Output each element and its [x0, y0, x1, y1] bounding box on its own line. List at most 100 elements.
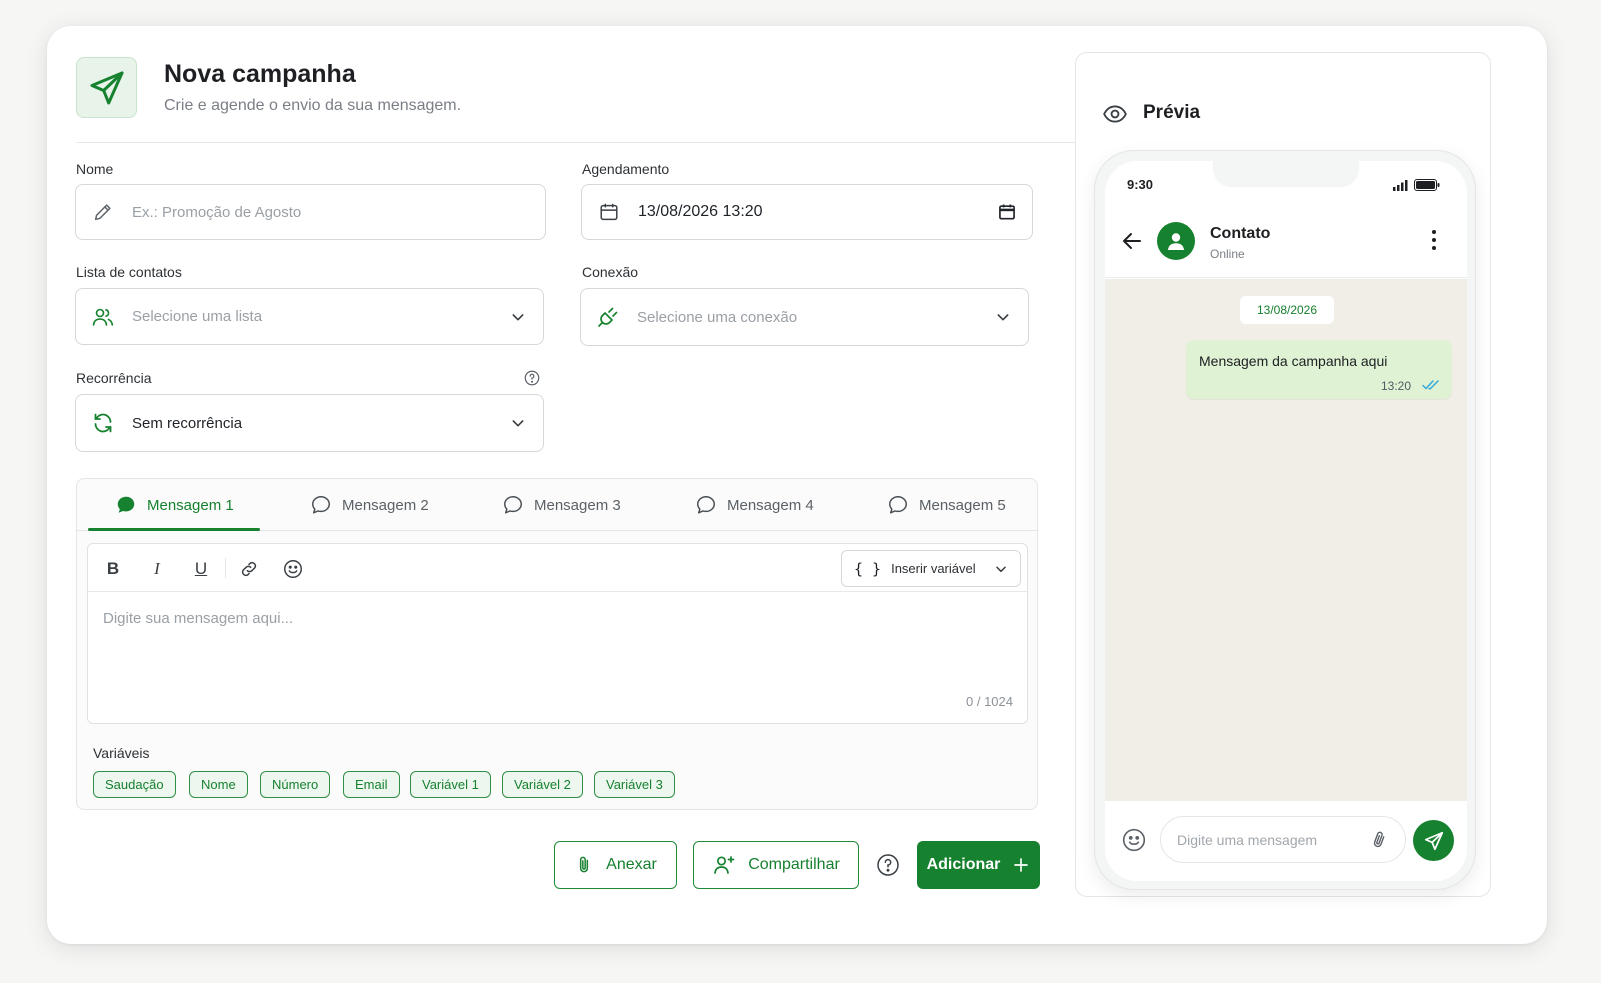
preview-title: Prévia [1143, 102, 1201, 123]
variable-chip[interactable]: Variável 1 [410, 771, 491, 798]
send-button[interactable] [1413, 820, 1454, 861]
contact-list-select[interactable]: Selecione uma lista [75, 288, 544, 345]
schedule-input[interactable]: 13/08/2026 13:20 [638, 203, 996, 221]
phone-notch [1213, 161, 1359, 187]
braces-icon: { } [854, 559, 882, 578]
bubble-time: 13:20 [1381, 379, 1412, 393]
paperclip-icon[interactable] [1369, 829, 1389, 851]
message-editor[interactable]: B I U { } Inserir variável Digite sua me… [87, 543, 1028, 724]
insert-variable-select[interactable]: { } Inserir variável [841, 550, 1021, 587]
connection-select[interactable]: Selecione uma conexão [580, 288, 1029, 346]
status-time: 9:30 [1127, 177, 1154, 192]
insert-variable-label: Inserir variável [891, 561, 976, 576]
attach-button[interactable]: Anexar [554, 841, 677, 889]
chevron-down-icon [992, 306, 1014, 328]
message-editor-panel: Mensagem 1 Mensagem 2 Mensagem 3 Mensage… [76, 478, 1038, 810]
page-subtitle: Crie e agende o envio da sua mensagem. [164, 97, 462, 114]
chat-area: 13/08/2026 Mensagem da campanha aqui 13:… [1105, 279, 1467, 801]
chat-bubble-icon [312, 496, 330, 514]
users-icon [90, 304, 116, 330]
name-field[interactable]: Ex.: Promoção de Agosto [75, 184, 546, 240]
variables-label: Variáveis [93, 745, 150, 761]
phone-mockup: 9:30 Contato Online 13/08/2026 Mensagem … [1094, 150, 1476, 890]
recurrence-select[interactable]: Sem recorrência [75, 394, 544, 452]
message-textarea[interactable]: Digite sua mensagem aqui... [103, 610, 293, 627]
pencil-icon [90, 199, 116, 225]
variable-chip[interactable]: Email [343, 771, 400, 798]
recurrence-value: Sem recorrência [132, 414, 243, 432]
refresh-icon [90, 410, 116, 436]
bold-button[interactable]: B [100, 556, 126, 582]
tab-label: Mensagem 3 [534, 496, 621, 514]
tab-label: Mensagem 2 [342, 496, 429, 514]
add-button[interactable]: Adicionar [917, 841, 1040, 889]
variable-chip[interactable]: Número [260, 771, 331, 798]
tab-mensagem-2[interactable]: Mensagem 2 [310, 479, 429, 531]
page-title: Nova campanha [164, 60, 356, 88]
variable-chip[interactable]: Variável 2 [502, 771, 583, 798]
tab-mensagem-4[interactable]: Mensagem 4 [695, 479, 814, 531]
tab-label: Mensagem 5 [919, 496, 1006, 514]
tab-label: Mensagem 4 [727, 496, 814, 514]
toolbar-divider [225, 558, 226, 578]
connection-placeholder: Selecione uma conexão [637, 308, 798, 326]
variable-chip[interactable]: Saudação [93, 771, 176, 798]
campaign-card: Nova campanha Crie e agende o envio da s… [47, 26, 1547, 944]
share-label: Compartilhar [748, 856, 840, 873]
add-label: Adicionar [926, 856, 1001, 873]
bubble-text: Mensagem da campanha aqui [1199, 353, 1388, 369]
message-tabs: Mensagem 1 Mensagem 2 Mensagem 3 Mensage… [77, 479, 1037, 531]
chat-input-placeholder: Digite uma mensagem [1177, 831, 1318, 848]
formatting-toolbar: B I U { } Inserir variável [88, 544, 1027, 592]
send-icon [76, 57, 137, 118]
chevron-down-icon [507, 306, 529, 328]
emoji-icon[interactable] [280, 556, 306, 582]
schedule-field[interactable]: 13/08/2026 13:20 [581, 184, 1033, 240]
chat-bubble-icon [889, 496, 907, 514]
signal-icon [1392, 179, 1410, 191]
tab-mensagem-3[interactable]: Mensagem 3 [502, 479, 621, 531]
calendar-icon [596, 199, 622, 225]
tab-label: Mensagem 1 [147, 496, 234, 514]
link-icon[interactable] [236, 556, 262, 582]
chat-bubble-filled-icon [117, 496, 135, 513]
connection-label: Conexão [582, 264, 639, 280]
italic-button[interactable]: I [144, 556, 170, 582]
variable-chip[interactable]: Nome [189, 771, 248, 798]
message-bubble: Mensagem da campanha aqui 13:20 [1186, 340, 1452, 399]
preview-panel: Prévia 9:30 Contato Online 13/08/2026 Me… [1075, 52, 1491, 897]
chat-message-input[interactable]: Digite uma mensagem [1160, 816, 1406, 863]
back-arrow-icon[interactable] [1120, 229, 1144, 253]
help-icon[interactable] [876, 853, 900, 877]
share-button[interactable]: Compartilhar [693, 841, 859, 889]
plug-icon [595, 304, 621, 330]
chevron-down-icon [994, 562, 1008, 576]
underline-button[interactable]: U [188, 556, 214, 582]
avatar [1157, 222, 1195, 260]
tab-mensagem-5[interactable]: Mensagem 5 [887, 479, 1006, 531]
emoji-icon[interactable] [1121, 827, 1147, 853]
header-divider [76, 142, 1076, 143]
contact-name: Contato [1210, 225, 1271, 242]
contact-list-label: Lista de contatos [76, 264, 182, 280]
chat-bubble-icon [504, 496, 522, 514]
date-separator: 13/08/2026 [1240, 296, 1334, 324]
schedule-label: Agendamento [582, 161, 670, 177]
attach-label: Anexar [606, 856, 657, 873]
contact-list-placeholder: Selecione uma lista [132, 308, 263, 325]
paperclip-icon [580, 856, 589, 873]
chat-bubble-icon [697, 496, 715, 514]
recurrence-label: Recorrência [76, 370, 152, 386]
user-icon [1168, 233, 1184, 250]
contact-status: Online [1210, 247, 1245, 261]
name-input[interactable]: Ex.: Promoção de Agosto [132, 204, 531, 221]
more-vertical-icon[interactable] [1430, 228, 1438, 252]
tab-mensagem-1[interactable]: Mensagem 1 [115, 479, 234, 531]
name-label: Nome [76, 161, 114, 177]
chat-header: Contato Online [1105, 203, 1467, 278]
variable-chip[interactable]: Variável 3 [594, 771, 675, 798]
battery-icon [1414, 179, 1440, 191]
help-icon[interactable] [523, 369, 541, 387]
send-icon [1424, 831, 1443, 850]
calendar-picker-icon[interactable] [996, 201, 1018, 223]
